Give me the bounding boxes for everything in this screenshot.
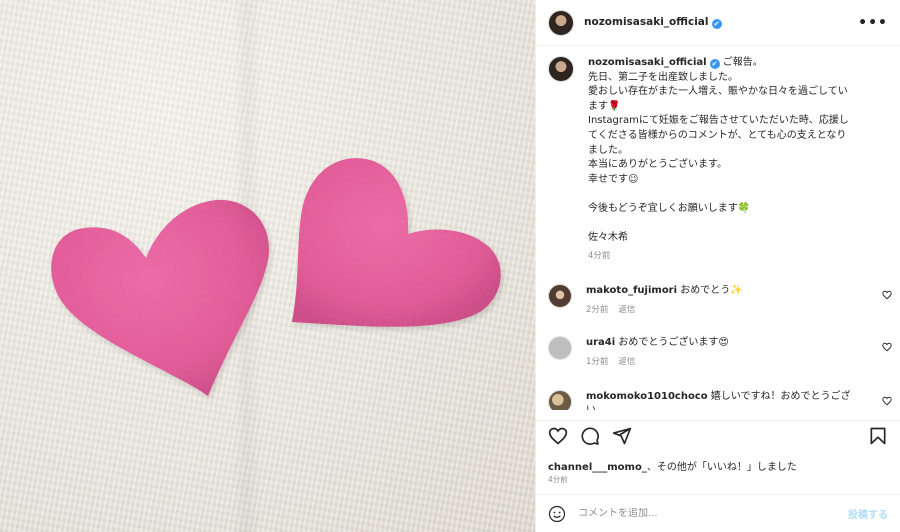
more-options-icon[interactable]: •••: [858, 15, 888, 31]
caption-line: てくださる皆様からのコメントが、とても心の支えとなり: [588, 129, 847, 141]
left-heart: [51, 199, 269, 396]
action-bar: [536, 420, 900, 450]
comment-row: ura4i おめでとうございます😍 1分前 返信: [536, 336, 900, 369]
caption-time[interactable]: 4分前: [588, 249, 888, 264]
author-avatar[interactable]: [548, 9, 574, 36]
comment-time[interactable]: 2分前: [586, 305, 608, 315]
like-comment-icon[interactable]: [882, 342, 892, 352]
author-username[interactable]: nozomisasaki_official ✔: [584, 16, 722, 29]
caption-line: ました。: [588, 144, 628, 156]
comment-icon[interactable]: [580, 426, 600, 446]
verified-badge-icon: ✔: [711, 19, 722, 29]
liker-username[interactable]: channel___momo_: [548, 462, 647, 473]
commenter-username[interactable]: mokomoko1010choco: [586, 391, 708, 402]
post-image[interactable]: [0, 0, 535, 532]
commenter-username[interactable]: makoto_fujimori: [586, 285, 677, 296]
like-comment-icon[interactable]: [882, 290, 892, 300]
caption-line: 愛おしい存在がまた一人増え、賑やかな日々を過ごしてい: [588, 86, 848, 98]
likes-text: 、その他が「いいね！」しました: [646, 462, 797, 473]
caption-line: Instagramにて妊娠をご報告させていただいた時、応援し: [588, 115, 849, 127]
caption-line: 本当にありがとうございます。: [588, 159, 727, 171]
commenter-avatar[interactable]: [548, 284, 572, 308]
commenter-username[interactable]: ura4i: [586, 337, 615, 348]
share-icon[interactable]: [612, 426, 632, 446]
caption-line: [588, 217, 888, 232]
emoji-icon[interactable]: [548, 505, 566, 523]
verified-badge-icon: ✔: [709, 59, 720, 69]
save-bookmark-icon[interactable]: [868, 426, 888, 446]
post-timestamp[interactable]: 4分前: [548, 474, 568, 485]
comments-list[interactable]: nozomisasaki_official ✔ ご報告。 先日、第二子を出産致しまし…: [536, 56, 900, 410]
comment-input[interactable]: [578, 508, 848, 519]
comment-text: おめでとうございます😍: [618, 337, 729, 348]
caption-line: [588, 187, 888, 202]
caption-avatar[interactable]: [548, 56, 574, 82]
post-comment-button[interactable]: 投稿する: [848, 506, 888, 521]
comment-text: おめでとう✨: [680, 285, 743, 296]
caption-line: 今後もどうぞ宜しくお願いします🍀: [588, 202, 751, 214]
comment-composer: 投稿する: [536, 494, 900, 532]
comment-row: makoto_fujimori おめでとう✨ 2分前 返信: [536, 284, 900, 317]
comment-time[interactable]: 1分前: [586, 357, 608, 367]
comment-row: mokomoko1010choco 嬉しいですね！おめでとうござい ます: [536, 390, 900, 410]
caption-text: nozomisasaki_official ✔ ご報告。 先日、第二子を出産致しまし…: [588, 56, 888, 246]
commenter-avatar[interactable]: [548, 390, 572, 410]
commenter-avatar[interactable]: [548, 336, 572, 360]
caption-line: 幸せです☺: [588, 173, 639, 185]
reply-button[interactable]: 返信: [618, 305, 635, 315]
caption-line: 佐々木希: [588, 232, 628, 244]
caption-line: 先日、第二子を出産致しました。: [588, 71, 738, 83]
post-side-panel: nozomisasaki_official ✔ ••• nozomisasaki_…: [535, 0, 900, 532]
caption-line: nozomisasaki_official ✔ ご報告。: [588, 57, 763, 69]
likes-summary[interactable]: channel___momo_、その他が「いいね！」しました: [548, 458, 797, 473]
like-icon[interactable]: [548, 426, 568, 446]
reply-button[interactable]: 返信: [618, 357, 635, 367]
paper-hearts: [51, 158, 501, 396]
caption-username[interactable]: nozomisasaki_official: [588, 57, 707, 68]
post-header: nozomisasaki_official ✔ •••: [536, 0, 900, 46]
right-heart: [292, 158, 501, 327]
post-caption: nozomisasaki_official ✔ ご報告。 先日、第二子を出産致しまし…: [536, 56, 900, 263]
like-comment-icon[interactable]: [882, 396, 892, 406]
caption-line: ます🌹: [588, 100, 621, 112]
